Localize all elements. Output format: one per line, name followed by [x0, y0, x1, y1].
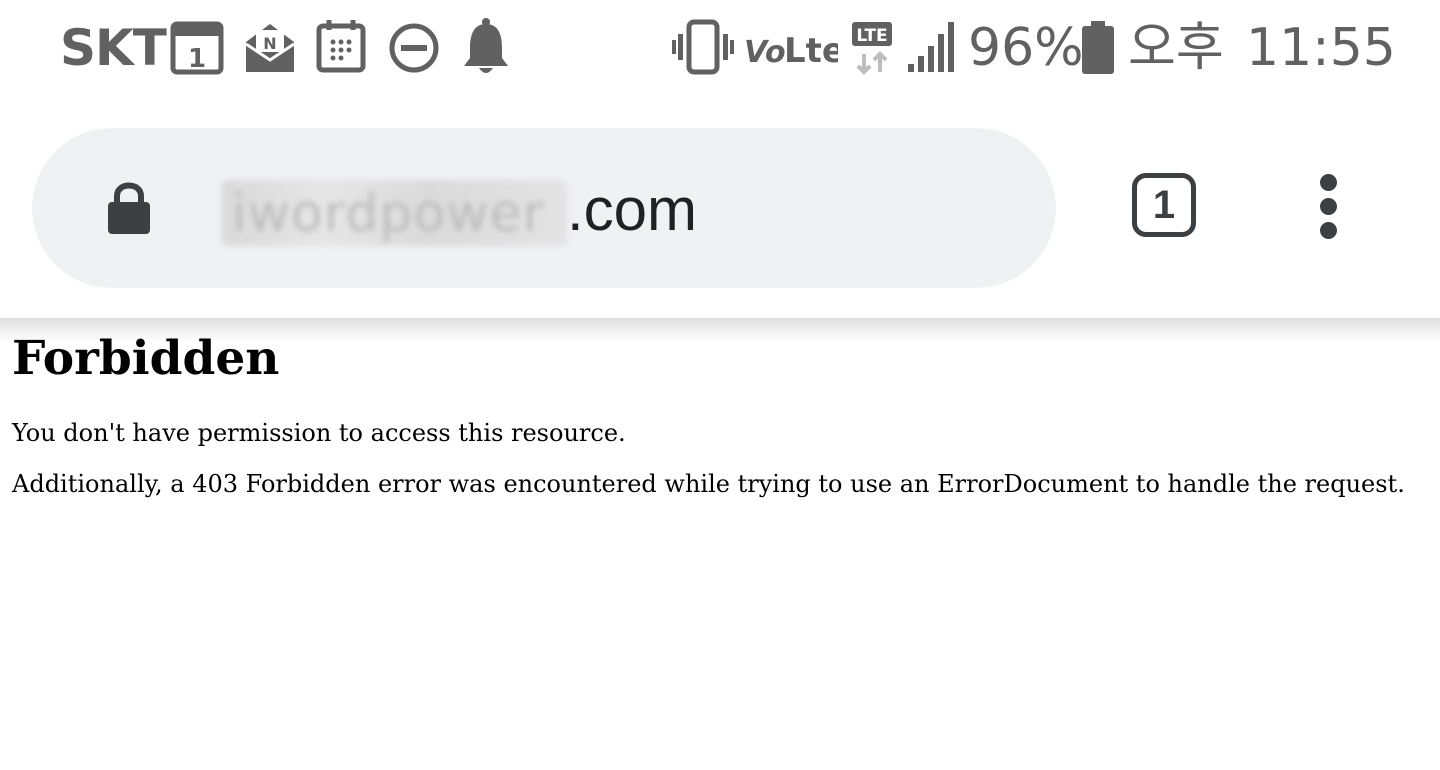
- svg-text:1: 1: [188, 44, 206, 74]
- vibrate-icon: [672, 19, 734, 75]
- carrier-name: SKT: [60, 19, 167, 77]
- lock-icon[interactable]: [106, 178, 152, 238]
- clock-time: 11:55: [1246, 18, 1396, 78]
- calendar-icon: 1: [170, 21, 224, 75]
- url-domain-blurred: iwordpower: [222, 180, 567, 246]
- svg-text:Vo: Vo: [744, 35, 786, 70]
- battery-icon: [1082, 21, 1114, 74]
- mail-notification-icon: N: [245, 24, 295, 72]
- error-message: You don't have permission to access this…: [12, 419, 626, 447]
- time-ampm: 오후: [1128, 18, 1224, 78]
- lte-data-icon: LTE: [852, 22, 892, 75]
- svg-text:LTE: LTE: [856, 26, 887, 46]
- page-title: Forbidden: [12, 331, 280, 386]
- more-options-icon[interactable]: [1308, 174, 1348, 246]
- address-bar[interactable]: iwordpower .com: [32, 128, 1056, 288]
- signal-icon: [908, 22, 954, 72]
- volte-icon: Vo Lte: [744, 31, 838, 71]
- svg-text:N: N: [263, 34, 276, 53]
- svg-text:Lte: Lte: [784, 31, 838, 71]
- calendar-schedule-icon: [316, 20, 366, 73]
- tab-switcher-button[interactable]: 1: [1132, 173, 1196, 237]
- page-content: Forbidden You don't have permission to a…: [12, 330, 1412, 498]
- bell-icon: [464, 18, 508, 73]
- status-bar: SKT 1 N Vo Lte LTE 96% 오후 11:55: [0, 0, 1440, 98]
- do-not-disturb-icon: [389, 23, 439, 73]
- battery-percent: 96%: [968, 18, 1084, 78]
- error-detail: Additionally, a 403 Forbidden error was …: [12, 470, 1405, 498]
- browser-toolbar: iwordpower .com 1: [0, 98, 1440, 320]
- url-text[interactable]: .com: [567, 174, 697, 246]
